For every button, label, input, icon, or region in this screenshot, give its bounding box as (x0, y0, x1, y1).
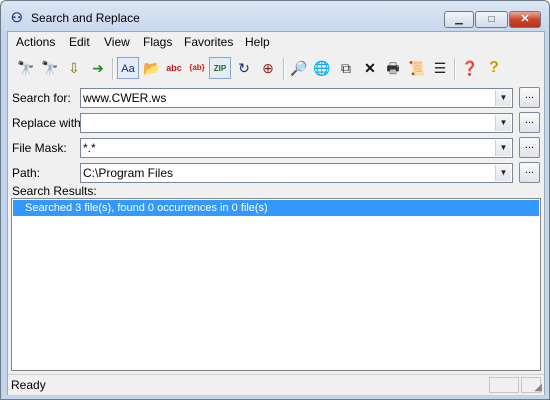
regex-button[interactable]: {ab} (186, 57, 208, 79)
copy-icon: ⧉ (341, 60, 351, 76)
maximize-icon: □ (488, 14, 495, 25)
mask-input[interactable] (83, 140, 493, 156)
subfolders-icon: ↻ (238, 60, 250, 76)
results-label: Search Results: (12, 184, 97, 198)
delete-icon: ✕ (364, 60, 376, 76)
replace-input[interactable] (83, 115, 493, 131)
search-input[interactable] (83, 90, 493, 106)
toolbar: 🔭 🔭 ⇩ ➜ Aa 📂 abc {ab} ZIP ↻ ⊕ 🔎 🌐 ⧉ ✕ 🖶 … (8, 54, 544, 84)
chevron-down-icon: ▼ (499, 168, 508, 177)
client-area: Actions Edit View Flags Favorites Help 🔭… (7, 31, 545, 395)
menu-view[interactable]: View (104, 35, 130, 49)
folder-search-icon: 📂 (143, 60, 161, 76)
print-button[interactable]: 🖶 (382, 57, 404, 79)
mask-combo[interactable]: ▼ (80, 138, 513, 158)
toolbar-separator (283, 58, 285, 80)
whole-word-button[interactable]: abc (163, 57, 185, 79)
search-label: Search for: (12, 91, 71, 105)
close-button[interactable]: ✕ (509, 11, 541, 28)
script-icon: 📜 (408, 60, 426, 76)
menu-edit[interactable]: Edit (69, 35, 90, 49)
context-help-icon: ❓ (461, 60, 479, 76)
path-input[interactable] (83, 165, 493, 181)
case-sensitive-icon: Aa (121, 63, 135, 75)
results-list[interactable]: Searched 3 file(s), found 0 occurrences … (11, 198, 541, 371)
app-window: ⚇ Search and Replace ▁ □ ✕ Actions Edit … (0, 0, 550, 400)
close-icon: ✕ (520, 13, 530, 25)
move-right-icon: ➜ (92, 60, 104, 76)
backup-button[interactable]: ⊕ (257, 57, 279, 79)
window-title: Search and Replace (31, 11, 140, 25)
status-text: Ready (11, 378, 46, 392)
web-icon: 🌐 (313, 60, 331, 76)
copy-down-button[interactable]: ⇩ (63, 57, 85, 79)
chevron-down-icon: ▼ (499, 118, 508, 127)
replace-dropdown-button[interactable]: ▼ (495, 115, 511, 131)
help-icon: ? (489, 59, 499, 76)
backup-icon: ⊕ (262, 60, 274, 76)
move-right-button[interactable]: ➜ (87, 57, 109, 79)
toolbar-separator (112, 58, 114, 80)
lookup-button[interactable]: 🔎 (288, 57, 310, 79)
menu-bar: Actions Edit View Flags Favorites Help (8, 32, 544, 52)
replace-combo[interactable]: ▼ (80, 113, 513, 133)
mask-label: File Mask: (12, 141, 67, 155)
menu-favorites[interactable]: Favorites (184, 35, 233, 49)
title-bar[interactable]: ⚇ Search and Replace ▁ □ ✕ (1, 1, 549, 31)
web-button[interactable]: 🌐 (311, 57, 333, 79)
search-browse-button[interactable]: ... (519, 87, 540, 108)
folder-search-button[interactable]: 📂 (141, 57, 163, 79)
binoculars-icon: ⚇ (11, 10, 23, 25)
maximize-button[interactable]: □ (475, 11, 508, 28)
search-dropdown-button[interactable]: ▼ (495, 90, 511, 106)
search-combo[interactable]: ▼ (80, 88, 513, 108)
replace-browse-button[interactable]: ... (519, 112, 540, 133)
list-item[interactable]: Searched 3 file(s), found 0 occurrences … (13, 200, 539, 216)
script-button[interactable]: 📜 (406, 57, 428, 79)
list-icon: ☰ (433, 60, 447, 76)
chevron-down-icon: ▼ (499, 143, 508, 152)
menu-flags[interactable]: Flags (143, 35, 172, 49)
list-button[interactable]: ☰ (429, 57, 451, 79)
chevron-down-icon: ▼ (499, 93, 508, 102)
minimize-button[interactable]: ▁ (444, 11, 474, 28)
whole-word-icon: abc (166, 63, 182, 73)
menu-help[interactable]: Help (245, 35, 270, 49)
minimize-icon: ▁ (455, 14, 463, 25)
path-browse-button[interactable]: ... (519, 162, 540, 183)
copy-down-icon: ⇩ (68, 60, 80, 76)
toolbar-separator (454, 58, 456, 80)
find-replace-icon: 🔭 (41, 60, 59, 76)
context-help-button[interactable]: ❓ (459, 57, 481, 79)
print-icon: 🖶 (386, 60, 400, 76)
status-bar: Ready ◢ (8, 374, 544, 395)
find-replace-button[interactable]: 🔭 (39, 57, 61, 79)
find-button[interactable]: 🔭 (15, 57, 37, 79)
copy-button[interactable]: ⧉ (335, 57, 357, 79)
find-icon: 🔭 (17, 60, 35, 76)
regex-icon: {ab} (189, 63, 205, 72)
mask-dropdown-button[interactable]: ▼ (495, 140, 511, 156)
zip-search-icon: ZIP (213, 64, 227, 73)
menu-actions[interactable]: Actions (16, 35, 55, 49)
case-sensitive-button[interactable]: Aa (117, 57, 139, 79)
lookup-icon: 🔎 (290, 60, 308, 76)
path-combo[interactable]: ▼ (80, 163, 513, 183)
status-pane (489, 377, 519, 393)
delete-button[interactable]: ✕ (359, 57, 381, 79)
zip-search-button[interactable]: ZIP (209, 57, 231, 79)
path-label: Path: (12, 166, 41, 180)
resize-grip-icon[interactable]: ◢ (534, 382, 542, 393)
help-button[interactable]: ? (483, 57, 505, 79)
mask-browse-button[interactable]: ... (519, 137, 540, 158)
replace-label: Replace with: (12, 116, 85, 130)
path-dropdown-button[interactable]: ▼ (495, 165, 511, 181)
subfolders-button[interactable]: ↻ (233, 57, 255, 79)
